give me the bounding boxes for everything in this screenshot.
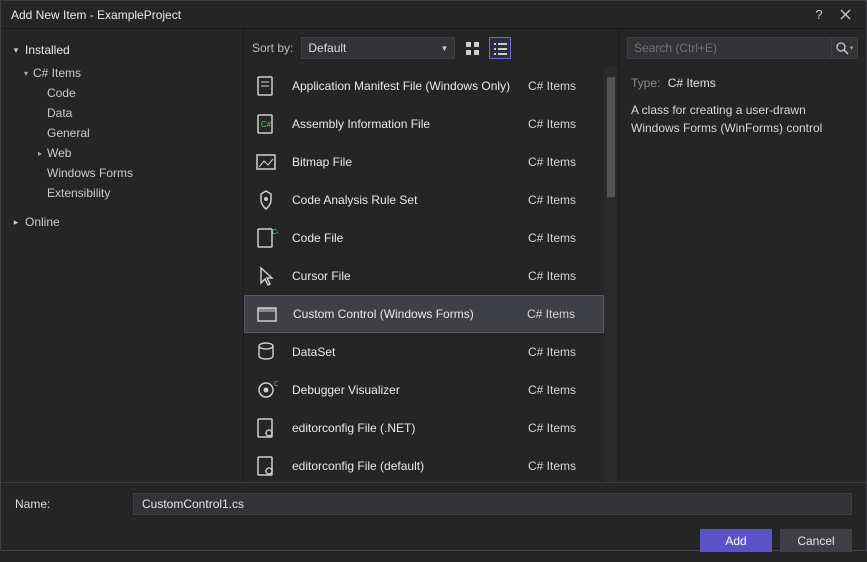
template-name: Assembly Information File xyxy=(292,117,516,131)
template-toolbar: Sort by: Default ▼ xyxy=(244,29,618,67)
assembly-icon: C# xyxy=(252,110,280,138)
template-item[interactable]: Application Manifest File (Windows Only)… xyxy=(244,67,604,105)
chevron-down-icon: ▾ xyxy=(11,45,21,56)
template-item[interactable]: C# Debugger Visualizer C# Items xyxy=(244,371,604,409)
scroll-thumb[interactable] xyxy=(607,77,615,197)
add-button[interactable]: Add xyxy=(700,529,772,552)
window-title: Add New Item - ExampleProject xyxy=(11,8,806,22)
ruleset-icon xyxy=(252,186,280,214)
title-bar: Add New Item - ExampleProject ? xyxy=(1,1,866,29)
view-tiles-icon[interactable] xyxy=(461,37,483,59)
help-icon[interactable]: ? xyxy=(806,4,832,26)
template-name: Cursor File xyxy=(292,269,516,283)
template-name: Debugger Visualizer xyxy=(292,383,516,397)
svg-text:C#: C# xyxy=(274,381,278,388)
name-label: Name: xyxy=(15,497,123,511)
chevron-right-icon: ▸ xyxy=(33,149,47,158)
search-input[interactable] xyxy=(627,37,832,59)
tree-installed[interactable]: ▾ Installed xyxy=(1,39,243,63)
template-description: A class for creating a user-drawn Window… xyxy=(631,102,854,137)
tree-online[interactable]: ▸ Online xyxy=(1,215,243,229)
tree-item-extensibility[interactable]: Extensibility xyxy=(1,183,243,203)
template-category: C# Items xyxy=(528,269,604,283)
template-item[interactable]: C# Assembly Information File C# Items xyxy=(244,105,604,143)
template-list[interactable]: Application Manifest File (Windows Only)… xyxy=(244,67,604,482)
codefile-icon: C# xyxy=(252,224,280,252)
template-item[interactable]: editorconfig File (default) C# Items xyxy=(244,447,604,482)
template-name: editorconfig File (default) xyxy=(292,459,516,473)
view-list-icon[interactable] xyxy=(489,37,511,59)
editorconfig-icon xyxy=(252,414,280,442)
template-item[interactable]: editorconfig File (.NET) C# Items xyxy=(244,409,604,447)
template-category: C# Items xyxy=(528,193,604,207)
tree-item-general[interactable]: General xyxy=(1,123,243,143)
sortby-value: Default xyxy=(308,41,346,55)
template-name: Custom Control (Windows Forms) xyxy=(293,307,515,321)
tree-installed-label: Installed xyxy=(25,43,70,57)
chevron-down-icon: ▾ xyxy=(19,69,33,78)
tree-online-label: Online xyxy=(25,215,60,229)
template-item[interactable]: Custom Control (Windows Forms) C# Items xyxy=(244,295,604,333)
dropdown-caret-icon: ▾ xyxy=(850,44,854,52)
template-name: DataSet xyxy=(292,345,516,359)
sortby-dropdown[interactable]: Default ▼ xyxy=(301,37,455,59)
chevron-down-icon: ▼ xyxy=(440,44,448,53)
sortby-label: Sort by: xyxy=(250,41,293,55)
details-pane: ▾ Type: C# Items A class for creating a … xyxy=(618,29,866,482)
template-category: C# Items xyxy=(527,307,603,321)
name-input[interactable] xyxy=(133,493,852,515)
template-pane: Sort by: Default ▼ Application Manifest … xyxy=(243,29,618,482)
debugvis-icon: C# xyxy=(252,376,280,404)
svg-text:C#: C# xyxy=(272,229,278,236)
close-icon[interactable] xyxy=(832,4,858,26)
customcontrol-icon xyxy=(253,300,281,328)
tree-item-code[interactable]: Code xyxy=(1,83,243,103)
editorconfig-icon xyxy=(252,452,280,480)
template-category: C# Items xyxy=(528,155,604,169)
template-name: Code Analysis Rule Set xyxy=(292,193,516,207)
template-name: editorconfig File (.NET) xyxy=(292,421,516,435)
category-tree-pane: ▾ Installed ▾ C# Items Code Data General… xyxy=(1,29,243,482)
type-value: C# Items xyxy=(668,76,716,90)
cursor-icon xyxy=(252,262,280,290)
bitmap-icon xyxy=(252,148,280,176)
template-category: C# Items xyxy=(528,383,604,397)
template-item[interactable]: Bitmap File C# Items xyxy=(244,143,604,181)
template-item[interactable]: Cursor File C# Items xyxy=(244,257,604,295)
tree-csharp-label: C# Items xyxy=(33,66,81,80)
template-category: C# Items xyxy=(528,345,604,359)
manifest-icon xyxy=(252,72,280,100)
template-name: Bitmap File xyxy=(292,155,516,169)
tree-item-windows-forms[interactable]: Windows Forms xyxy=(1,163,243,183)
cancel-button[interactable]: Cancel xyxy=(780,529,852,552)
template-item[interactable]: C# Code File C# Items xyxy=(244,219,604,257)
template-name: Application Manifest File (Windows Only) xyxy=(292,79,516,93)
template-category: C# Items xyxy=(528,421,604,435)
svg-text:C#: C# xyxy=(261,120,272,129)
template-name: Code File xyxy=(292,231,516,245)
type-label: Type: xyxy=(631,76,660,90)
footer: Name: Add Cancel xyxy=(1,482,866,562)
chevron-right-icon: ▸ xyxy=(11,217,21,228)
tree-item-data[interactable]: Data xyxy=(1,103,243,123)
scrollbar[interactable] xyxy=(604,67,618,482)
template-item[interactable]: DataSet C# Items xyxy=(244,333,604,371)
template-category: C# Items xyxy=(528,231,604,245)
template-item[interactable]: Code Analysis Rule Set C# Items xyxy=(244,181,604,219)
tree-csharp-items[interactable]: ▾ C# Items xyxy=(1,63,243,83)
template-category: C# Items xyxy=(528,117,604,131)
template-category: C# Items xyxy=(528,79,604,93)
template-category: C# Items xyxy=(528,459,604,473)
dataset-icon xyxy=(252,338,280,366)
tree-item-web[interactable]: ▸ Web xyxy=(1,143,243,163)
search-icon[interactable]: ▾ xyxy=(832,37,858,59)
